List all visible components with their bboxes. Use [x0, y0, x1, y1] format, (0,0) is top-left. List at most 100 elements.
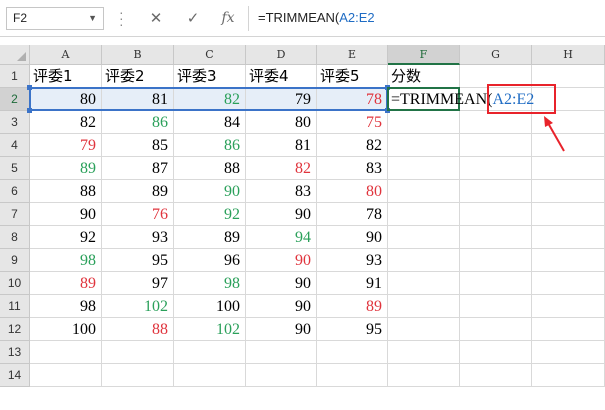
range-resize-handle[interactable] [385, 108, 390, 113]
row-header-8[interactable]: 8 [0, 226, 30, 249]
cell-f13[interactable] [388, 341, 460, 364]
cell-b1[interactable]: 评委2 [102, 65, 174, 88]
cell-c9[interactable]: 96 [174, 249, 246, 272]
row-header-1[interactable]: 1 [0, 65, 30, 88]
column-header-a[interactable]: A [30, 45, 102, 65]
cell-c4[interactable]: 86 [174, 134, 246, 157]
cell-b4[interactable]: 85 [102, 134, 174, 157]
cell-c14[interactable] [174, 364, 246, 387]
cell-g8[interactable] [460, 226, 532, 249]
cell-a6[interactable]: 88 [30, 180, 102, 203]
cell-g7[interactable] [460, 203, 532, 226]
cell-d9[interactable]: 90 [246, 249, 317, 272]
column-header-b[interactable]: B [102, 45, 174, 65]
cell-b7[interactable]: 76 [102, 203, 174, 226]
cell-e9[interactable]: 93 [317, 249, 388, 272]
cell-c2[interactable]: 82 [174, 88, 246, 111]
cell-a1[interactable]: 评委1 [30, 65, 102, 88]
cell-h11[interactable] [532, 295, 605, 318]
cell-d3[interactable]: 80 [246, 111, 317, 134]
cell-d7[interactable]: 90 [246, 203, 317, 226]
cell-e13[interactable] [317, 341, 388, 364]
cell-d2[interactable]: 79 [246, 88, 317, 111]
cell-e4[interactable]: 82 [317, 134, 388, 157]
row-header-10[interactable]: 10 [0, 272, 30, 295]
cell-c6[interactable]: 90 [174, 180, 246, 203]
cell-g10[interactable] [460, 272, 532, 295]
cell-a12[interactable]: 100 [30, 318, 102, 341]
cell-c3[interactable]: 84 [174, 111, 246, 134]
cell-e11[interactable]: 89 [317, 295, 388, 318]
cell-a10[interactable]: 89 [30, 272, 102, 295]
cell-a5[interactable]: 89 [30, 157, 102, 180]
cell-h10[interactable] [532, 272, 605, 295]
enter-button[interactable]: ✓ [181, 8, 205, 29]
chevron-down-icon[interactable]: ▼ [88, 8, 97, 29]
cell-g9[interactable] [460, 249, 532, 272]
cell-f14[interactable] [388, 364, 460, 387]
cell-c7[interactable]: 92 [174, 203, 246, 226]
column-header-e[interactable]: E [317, 45, 388, 65]
row-header-12[interactable]: 12 [0, 318, 30, 341]
cell-d10[interactable]: 90 [246, 272, 317, 295]
cell-d5[interactable]: 82 [246, 157, 317, 180]
cell-h8[interactable] [532, 226, 605, 249]
row-header-6[interactable]: 6 [0, 180, 30, 203]
cell-f11[interactable] [388, 295, 460, 318]
cell-e8[interactable]: 90 [317, 226, 388, 249]
cell-b12[interactable]: 88 [102, 318, 174, 341]
row-header-9[interactable]: 9 [0, 249, 30, 272]
cell-b2[interactable]: 81 [102, 88, 174, 111]
cell-c8[interactable]: 89 [174, 226, 246, 249]
cell-d4[interactable]: 81 [246, 134, 317, 157]
cell-g3[interactable] [460, 111, 532, 134]
cell-e3[interactable]: 75 [317, 111, 388, 134]
column-header-g[interactable]: G [460, 45, 532, 65]
cell-f1[interactable]: 分数 [388, 65, 460, 88]
cell-h5[interactable] [532, 157, 605, 180]
cell-e2[interactable]: 78 [317, 88, 388, 111]
insert-function-button[interactable]: fx [216, 8, 240, 29]
cell-c12[interactable]: 102 [174, 318, 246, 341]
cell-d6[interactable]: 83 [246, 180, 317, 203]
cell-f6[interactable] [388, 180, 460, 203]
cell-b11[interactable]: 102 [102, 295, 174, 318]
cell-f7[interactable] [388, 203, 460, 226]
cell-f10[interactable] [388, 272, 460, 295]
cell-c13[interactable] [174, 341, 246, 364]
row-header-4[interactable]: 4 [0, 134, 30, 157]
cell-h12[interactable] [532, 318, 605, 341]
cell-g14[interactable] [460, 364, 532, 387]
cell-h13[interactable] [532, 341, 605, 364]
cancel-button[interactable]: ✕ [144, 8, 168, 29]
cell-a4[interactable]: 79 [30, 134, 102, 157]
cell-f12[interactable] [388, 318, 460, 341]
cell-d13[interactable] [246, 341, 317, 364]
cell-f9[interactable] [388, 249, 460, 272]
cell-c5[interactable]: 88 [174, 157, 246, 180]
cell-e12[interactable]: 95 [317, 318, 388, 341]
select-all-button[interactable] [0, 45, 30, 65]
cell-b9[interactable]: 95 [102, 249, 174, 272]
column-header-f[interactable]: F [388, 45, 460, 65]
row-header-5[interactable]: 5 [0, 157, 30, 180]
cell-g4[interactable] [460, 134, 532, 157]
cell-f4[interactable] [388, 134, 460, 157]
cell-d1[interactable]: 评委4 [246, 65, 317, 88]
name-box[interactable]: F2 ▼ [6, 7, 104, 30]
cell-b13[interactable] [102, 341, 174, 364]
cell-e14[interactable] [317, 364, 388, 387]
cell-e5[interactable]: 83 [317, 157, 388, 180]
column-header-h[interactable]: H [532, 45, 605, 65]
cell-b10[interactable]: 97 [102, 272, 174, 295]
row-header-11[interactable]: 11 [0, 295, 30, 318]
cell-g12[interactable] [460, 318, 532, 341]
range-resize-handle[interactable] [27, 85, 32, 90]
formula-input[interactable]: =TRIMMEAN(A2:E2 [258, 9, 375, 27]
column-header-d[interactable]: D [246, 45, 317, 65]
cell-c1[interactable]: 评委3 [174, 65, 246, 88]
cell-e1[interactable]: 评委5 [317, 65, 388, 88]
cell-a13[interactable] [30, 341, 102, 364]
cell-h9[interactable] [532, 249, 605, 272]
cell-d14[interactable] [246, 364, 317, 387]
